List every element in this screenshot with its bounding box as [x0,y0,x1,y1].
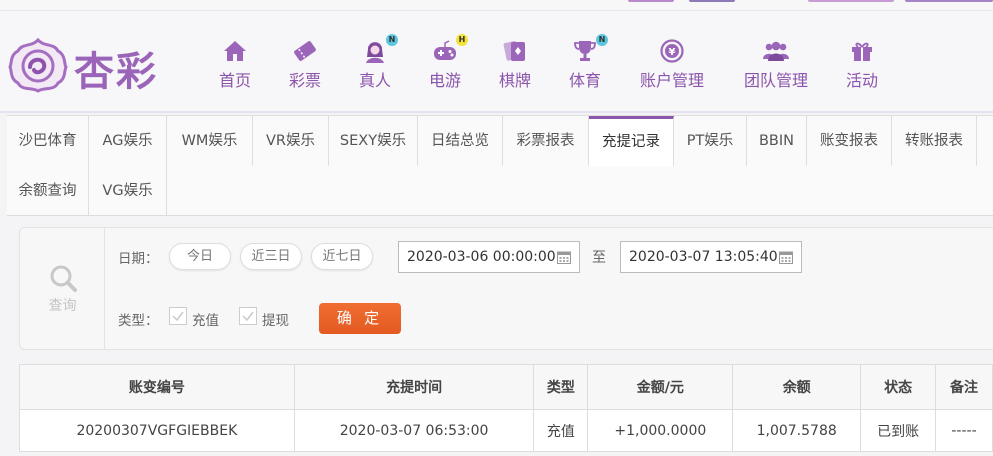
records-table: 账变编号 充提时间 类型 金额/元 余额 状态 备注 20200307VGFGI… [19,364,993,452]
date-separator: 至 [592,250,606,266]
deposit-label: 充值 [192,313,219,329]
range-3days-button[interactable]: 近三日 [240,243,302,270]
nav-item-egames[interactable]: H 电游 [405,34,485,91]
tab-vr[interactable]: VR娱乐 [253,116,329,166]
col-header: 状态 [860,364,937,410]
report-tabs: 沙巴体育 AG娱乐 WM娱乐 VR娱乐 SEXY娱乐 日结总览 彩票报表 充提记… [7,115,993,216]
nav-label: 账户管理 [639,71,704,90]
logo[interactable]: 杏彩 [8,35,168,95]
type-label: 类型： [118,313,159,329]
col-header: 余额 [732,364,862,410]
ticket-icon [294,41,316,61]
top-strip [0,0,993,11]
record-note: ----- [935,409,993,452]
start-date-value: 2020-03-06 00:00:00 [407,249,556,265]
col-header: 充提时间 [293,364,535,410]
calendar-icon[interactable] [779,250,793,264]
logo-emblem-icon [8,37,68,93]
team-icon [763,41,789,61]
end-date-input[interactable]: 2020-03-07 13:05:40 [620,241,802,273]
record-balance: 1,007.5788 [732,409,862,452]
table-row[interactable]: 20200307VGFGIEBBEK 2020-03-07 06:53:00 充… [19,409,993,452]
range-7days-button[interactable]: 近七日 [311,243,373,270]
gift-icon [852,42,872,61]
tab-transfer-report[interactable]: 转账报表 [892,116,977,166]
nav-label: 彩票 [288,71,321,90]
nav-label: 电游 [428,71,461,90]
new-badge: N [596,34,608,46]
top-link[interactable] [628,0,674,2]
record-time: 2020-03-07 06:53:00 [293,409,535,452]
deposit-checkbox[interactable] [169,307,187,325]
nav-label: 活动 [845,71,878,90]
col-header: 备注 [935,364,993,410]
tab-balance-change[interactable]: 账变报表 [807,116,892,166]
end-date-value: 2020-03-07 13:05:40 [629,249,778,265]
check-icon [242,311,254,322]
record-id: 20200307VGFGIEBBEK [19,409,295,452]
nav-item-lottery[interactable]: 彩票 [265,39,345,91]
live-dealer-icon: N [362,34,398,63]
col-header: 账变编号 [19,364,295,410]
withdraw-label: 提现 [262,313,289,329]
nav-label: 首页 [218,71,251,90]
nav-label: 体育 [568,71,601,90]
tab-daily-summary[interactable]: 日结总览 [418,116,503,166]
top-link[interactable] [689,0,735,2]
header: 杏彩 首页 彩票 N 真人 H 电游 棋牌 N 体育 ¥ 账户管理 团队管理 活… [0,11,993,113]
query-label: 查询 [48,298,77,314]
tab-pt[interactable]: PT娱乐 [674,116,747,166]
top-link[interactable] [808,0,894,2]
date-label: 日期： [118,251,159,267]
record-amount: +1,000.0000 [587,409,734,452]
gamepad-icon: H [432,34,468,63]
range-today-button[interactable]: 今日 [169,243,231,270]
tab-saba-sports[interactable]: 沙巴体育 [7,116,89,166]
nav-label: 棋牌 [498,71,531,90]
cards-icon [503,41,525,61]
col-header: 类型 [533,364,589,410]
yen-coin-icon: ¥ [660,39,684,63]
nav-item-promo[interactable]: 活动 [822,39,902,91]
svg-text:¥: ¥ [669,47,676,58]
start-date-input[interactable]: 2020-03-06 00:00:00 [398,241,580,273]
calendar-icon[interactable] [557,250,571,264]
col-header: 金额/元 [587,364,734,410]
nav-item-team[interactable]: 团队管理 [724,39,828,91]
record-status: 已到账 [860,409,937,452]
tab-vg[interactable]: VG娱乐 [89,166,167,216]
home-icon [224,41,246,61]
query-button[interactable]: 查询 [20,228,105,349]
logo-text: 杏彩 [74,48,158,95]
query-panel: 查询 日期： 今日 近三日 近七日 2020-03-06 00:00:00 至 … [19,227,993,350]
nav-item-account[interactable]: ¥ 账户管理 [620,39,724,91]
tab-lottery-report[interactable]: 彩票报表 [503,116,589,166]
table-header-row: 账变编号 充提时间 类型 金额/元 余额 状态 备注 [19,364,993,410]
tab-balance-query[interactable]: 余额查询 [7,166,89,216]
confirm-button[interactable]: 确 定 [319,303,401,334]
tab-ag[interactable]: AG娱乐 [89,116,167,166]
nav-item-live[interactable]: N 真人 [335,34,415,91]
top-link[interactable] [905,0,993,2]
tab-deposit-withdraw[interactable]: 充提记录 [589,116,674,166]
record-type: 充值 [533,409,589,452]
tab-wm[interactable]: WM娱乐 [167,116,253,166]
nav-item-home[interactable]: 首页 [195,39,275,91]
nav-item-sports[interactable]: N 体育 [545,34,625,91]
tab-sexy[interactable]: SEXY娱乐 [329,116,418,166]
nav-label: 真人 [358,71,391,90]
search-icon [50,265,77,292]
new-badge: N [386,34,398,46]
check-icon [172,311,184,322]
tab-bbin[interactable]: BBIN [747,116,807,166]
nav-label: 团队管理 [743,71,808,90]
nav-item-chess[interactable]: 棋牌 [475,39,555,91]
withdraw-checkbox[interactable] [239,307,257,325]
trophy-icon: N [572,34,608,63]
hot-badge: H [456,34,468,46]
